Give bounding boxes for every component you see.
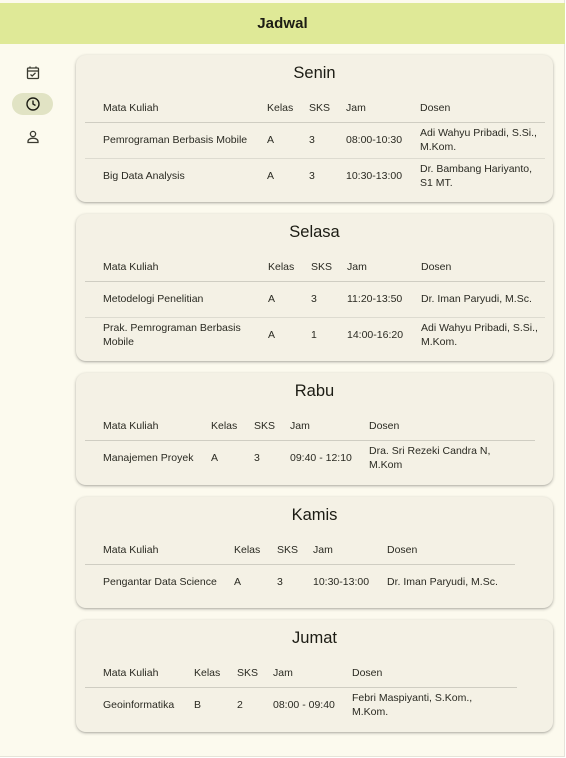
table-header: Mata Kuliah Kelas SKS Jam Dosen [85,95,545,122]
course-cell: Metodelogi Penelitian [103,293,204,305]
course-cell: Prak. Pemrograman Berbasis Mobile [103,322,241,349]
schedule-table: Mata Kuliah Kelas SKS Jam Dosen Pemrogra… [85,95,545,194]
class-cell: B [194,699,202,712]
column-header-sks: SKS [254,420,276,433]
table-row: Prak. Pemrograman Berbasis Mobile A 1 14… [85,317,545,353]
schedule-table: Mata Kuliah Kelas SKS Jam Dosen Manajeme… [85,413,535,476]
column-header-time: Jam [273,667,293,680]
column-header-class: Kelas [234,544,261,557]
sks-cell: 2 [237,699,243,712]
table-row: Pemrograman Berbasis Mobile A 3 08:00-10… [85,122,545,158]
lecturer-cell: Dr. Bambang Hariyanto, S1 MT. [420,163,533,190]
day-card-selasa: Selasa Mata Kuliah Kelas SKS Jam Dosen M… [76,214,553,361]
lecturer-cell: Dra. Sri Rezeki Candra N, M.Kom [369,445,491,472]
day-card-senin: Senin Mata Kuliah Kelas SKS Jam Dosen Pe… [76,55,553,202]
time-cell: 11:20-13:50 [347,293,403,305]
schedule-table: Mata Kuliah Kelas SKS Jam Dosen Geoinfor… [85,660,517,723]
sks-cell: 3 [277,576,283,589]
table-row: Pengantar Data Science A 3 10:30-13:00 D… [85,564,515,600]
nav-item-profile[interactable] [12,126,53,148]
column-header-course: Mata Kuliah [103,261,159,274]
column-header-class: Kelas [268,261,295,274]
table-header: Mata Kuliah Kelas SKS Jam Dosen [85,537,515,564]
column-header-course: Mata Kuliah [103,102,159,115]
column-header-lecturer: Dosen [420,102,451,115]
day-card-rabu: Rabu Mata Kuliah Kelas SKS Jam Dosen Man… [76,373,553,485]
schedule-table: Mata Kuliah Kelas SKS Jam Dosen Penganta… [85,537,515,600]
day-card-jumat: Jumat Mata Kuliah Kelas SKS Jam Dosen Ge… [76,620,553,732]
table-row: Geoinformatika B 2 08:00 - 09:40 Febri M… [85,687,517,723]
column-header-sks: SKS [277,544,299,557]
table-row: Manajemen Proyek A 3 09:40 - 12:10 Dra. … [85,440,535,476]
class-cell: A [268,293,276,305]
column-header-time: Jam [313,544,333,557]
table-header: Mata Kuliah Kelas SKS Jam Dosen [85,413,535,440]
table-header: Mata Kuliah Kelas SKS Jam Dosen [85,254,545,281]
class-cell: A [267,134,275,146]
lecturer-cell: Adi Wahyu Pribadi, S.Si., M.Kom. [420,127,537,153]
person-icon [26,130,39,144]
time-cell: 09:40 - 12:10 [290,452,352,465]
app-title: Jadwal [257,15,308,32]
sks-cell: 3 [254,452,260,465]
column-header-lecturer: Dosen [387,544,418,557]
table-row: Metodelogi Penelitian A 3 11:20-13:50 Dr… [85,281,545,317]
column-header-sks: SKS [311,261,333,274]
column-header-course: Mata Kuliah [103,667,159,680]
course-cell: Big Data Analysis [103,170,185,183]
column-header-class: Kelas [194,667,221,680]
class-cell: A [267,170,275,183]
column-header-time: Jam [346,102,366,115]
lecturer-cell: Febri Maspiyanti, S.Kom., M.Kom. [352,692,473,719]
time-cell: 10:30-13:00 [346,170,403,183]
time-cell: 08:00-10:30 [346,134,403,146]
day-title: Selasa [289,223,340,241]
day-title: Senin [293,64,336,82]
column-header-course: Mata Kuliah [103,544,159,557]
column-header-lecturer: Dosen [369,420,400,433]
course-cell: Pengantar Data Science [103,576,217,589]
course-cell: Manajemen Proyek [103,452,194,465]
day-title: Kamis [291,506,338,524]
nav-item-calendar[interactable] [12,62,53,84]
time-cell: 14:00-16:20 [347,329,404,342]
column-header-sks: SKS [309,102,331,115]
column-header-class: Kelas [267,102,294,115]
sks-cell: 3 [311,293,317,305]
column-header-lecturer: Dosen [421,261,452,274]
day-title: Jumat [292,629,337,647]
column-header-class: Kelas [211,420,238,433]
schedule-table: Mata Kuliah Kelas SKS Jam Dosen Metodelo… [85,254,545,353]
column-header-time: Jam [347,261,367,274]
class-cell: A [234,576,242,589]
sks-cell: 3 [309,134,315,146]
app-bar: Jadwal [0,3,565,44]
nav-item-schedule[interactable] [12,93,53,115]
table-row: Big Data Analysis A 3 10:30-13:00 Dr. Ba… [85,158,545,194]
time-cell: 10:30-13:00 [313,576,370,589]
lecturer-cell: Dr. Iman Paryudi, M.Sc. [421,293,532,305]
class-cell: A [268,329,276,342]
sks-cell: 1 [311,329,317,342]
lecturer-cell: Dr. Iman Paryudi, M.Sc. [387,576,498,589]
table-header: Mata Kuliah Kelas SKS Jam Dosen [85,660,517,687]
column-header-lecturer: Dosen [352,667,383,680]
day-card-kamis: Kamis Mata Kuliah Kelas SKS Jam Dosen Pe… [76,497,553,608]
column-header-time: Jam [290,420,310,433]
time-cell: 08:00 - 09:40 [273,699,335,712]
column-header-sks: SKS [237,667,259,680]
column-header-course: Mata Kuliah [103,420,159,433]
course-cell: Geoinformatika [103,699,175,712]
lecturer-cell: Adi Wahyu Pribadi, S.Si., M.Kom. [421,322,538,349]
clock-icon [25,97,40,111]
course-cell: Pemrograman Berbasis Mobile [103,134,248,146]
class-cell: A [211,452,219,465]
calendar-check-icon [26,66,39,80]
app-frame: Jadwal Senin Mata Kuliah Kelas SKS Jam D… [0,0,565,757]
day-title: Rabu [294,382,335,400]
sks-cell: 3 [309,170,315,183]
